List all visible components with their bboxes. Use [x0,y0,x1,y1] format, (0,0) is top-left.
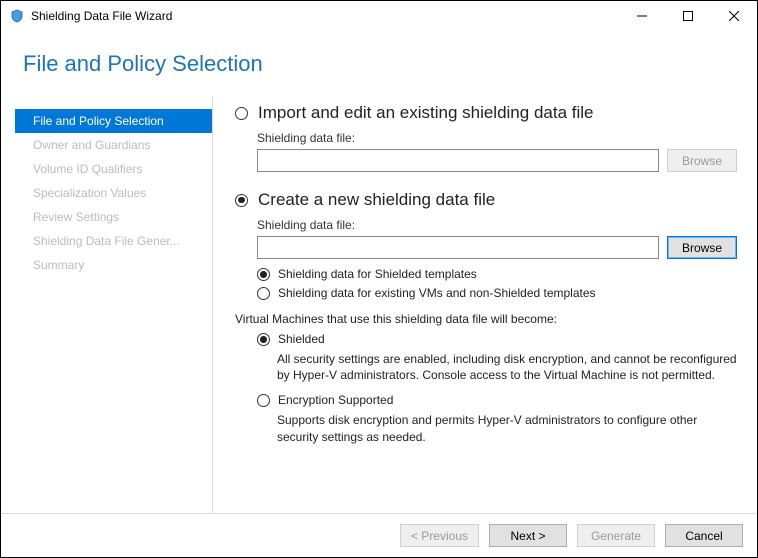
vm-encryption-desc: Supports disk encryption and permits Hyp… [277,412,737,444]
sidebar-item-summary[interactable]: Summary [15,253,212,277]
vm-become-label: Virtual Machines that use this shielding… [235,312,737,326]
import-file-label: Shielding data file: [257,131,737,145]
sidebar-item-generation[interactable]: Shielding Data File Gener... [15,229,212,253]
option-create-label: Create a new shielding data file [258,190,495,210]
template-option-existing[interactable]: Shielding data for existing VMs and non-… [257,286,737,300]
radio-vm-encryption[interactable] [257,394,270,407]
import-browse-button[interactable]: Browse [667,149,737,172]
maximize-button[interactable] [665,1,711,31]
option-create-head[interactable]: Create a new shielding data file [235,190,737,210]
radio-template-shielded[interactable] [257,268,270,281]
next-button[interactable]: Next > [489,524,567,547]
template-option-shielded[interactable]: Shielding data for Shielded templates [257,267,737,281]
sidebar-item-owner-guardians[interactable]: Owner and Guardians [15,133,212,157]
option-import-label: Import and edit an existing shielding da… [258,103,593,123]
radio-vm-shielded[interactable] [257,333,270,346]
radio-import[interactable] [235,107,248,120]
create-file-label: Shielding data file: [257,218,737,232]
close-button[interactable] [711,1,757,31]
option-import-head[interactable]: Import and edit an existing shielding da… [235,103,737,123]
sidebar-item-volume-id[interactable]: Volume ID Qualifiers [15,157,212,181]
sidebar-item-specialization[interactable]: Specialization Values [15,181,212,205]
import-file-input[interactable] [257,149,659,172]
page-title: File and Policy Selection [1,31,757,93]
window-title: Shielding Data File Wizard [31,9,172,23]
cancel-button[interactable]: Cancel [665,524,743,547]
create-file-input[interactable] [257,236,659,259]
sidebar-item-review[interactable]: Review Settings [15,205,212,229]
main-panel: Import and edit an existing shielding da… [213,97,757,513]
vm-option-shielded[interactable]: Shielded [257,332,737,346]
footer: < Previous Next > Generate Cancel [1,513,757,557]
radio-create[interactable] [235,194,248,207]
minimize-button[interactable] [619,1,665,31]
app-shield-icon [9,8,25,24]
vm-option-encryption[interactable]: Encryption Supported [257,393,737,407]
vm-shielded-desc: All security settings are enabled, inclu… [277,351,737,383]
create-browse-button[interactable]: Browse [667,236,737,259]
sidebar: File and Policy Selection Owner and Guar… [15,97,213,513]
previous-button[interactable]: < Previous [400,524,479,547]
radio-template-existing[interactable] [257,287,270,300]
titlebar: Shielding Data File Wizard [1,1,757,31]
sidebar-item-file-policy[interactable]: File and Policy Selection [15,109,212,133]
generate-button[interactable]: Generate [577,524,655,547]
